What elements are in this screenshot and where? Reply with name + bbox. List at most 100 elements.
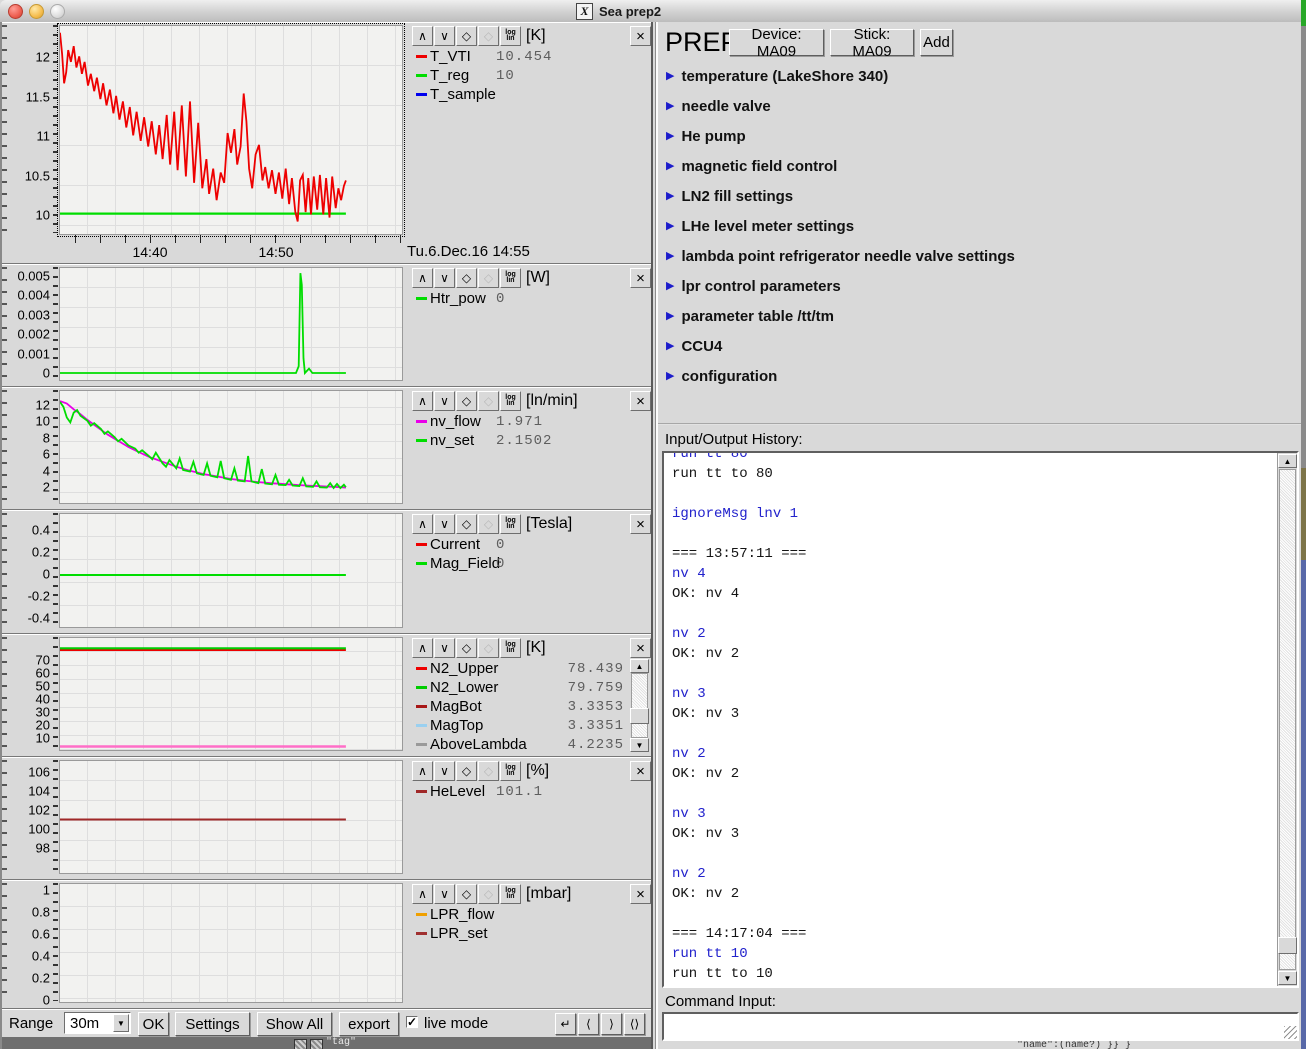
- menu-item-magnetic[interactable]: ▶magnetic field control: [666, 156, 837, 176]
- expand-triangle-icon[interactable]: ▶: [666, 251, 674, 262]
- pan-down-button[interactable]: ∨: [434, 761, 455, 781]
- minimize-window-button[interactable]: [29, 4, 44, 19]
- show-all-button[interactable]: Show All: [257, 1012, 332, 1036]
- needle-valve-flow-plot[interactable]: [59, 390, 403, 504]
- stick-button[interactable]: Stick: MA09: [830, 29, 914, 56]
- jump-to-latest-button[interactable]: ↵: [555, 1013, 576, 1035]
- expand-triangle-icon[interactable]: ▶: [666, 371, 674, 382]
- scroll-down-button[interactable]: ▼: [1278, 971, 1297, 985]
- close-panel-button[interactable]: ×: [630, 638, 651, 658]
- zoom-x-button[interactable]: ⟨⟩: [624, 1013, 645, 1035]
- add-button[interactable]: Add: [920, 29, 953, 56]
- command-input-box[interactable]: [662, 1012, 1299, 1041]
- expand-triangle-icon[interactable]: ▶: [666, 341, 674, 352]
- helium-level-plot[interactable]: [59, 760, 403, 874]
- expand-triangle-icon[interactable]: ▶: [666, 161, 674, 172]
- close-panel-button[interactable]: ×: [630, 26, 651, 46]
- scrollbar-trough[interactable]: [631, 673, 648, 738]
- pan-down-button[interactable]: ∨: [434, 884, 455, 904]
- scrollbar-thumb[interactable]: [1278, 937, 1297, 954]
- command-input-field[interactable]: [666, 1016, 1270, 1039]
- cryostat-temperatures-plot[interactable]: [59, 637, 403, 751]
- log-lin-toggle-button[interactable]: loglin: [500, 761, 521, 781]
- close-panel-button[interactable]: ×: [630, 884, 651, 904]
- page-left-button[interactable]: ⟨: [578, 1013, 599, 1035]
- menu-item-ccu4[interactable]: ▶CCU4: [666, 336, 722, 356]
- close-panel-button[interactable]: ×: [630, 514, 651, 534]
- expand-triangle-icon[interactable]: ▶: [666, 101, 674, 112]
- ok-button[interactable]: OK: [138, 1012, 169, 1036]
- zoom-y-button[interactable]: ◇: [478, 391, 499, 411]
- expand-triangle-icon[interactable]: ▶: [666, 71, 674, 82]
- export-button[interactable]: export: [339, 1012, 399, 1036]
- log-lin-toggle-button[interactable]: loglin: [500, 884, 521, 904]
- scrollbar-thumb[interactable]: [630, 708, 649, 724]
- device-button[interactable]: Device: MA09: [729, 29, 824, 56]
- zoom-y-button[interactable]: ◇: [478, 761, 499, 781]
- menu-item-lpr[interactable]: ▶lpr control parameters: [666, 276, 841, 296]
- expand-triangle-icon[interactable]: ▶: [666, 281, 674, 292]
- autoscale-button[interactable]: ◇: [456, 761, 477, 781]
- log-lin-toggle-button[interactable]: loglin: [500, 26, 521, 46]
- menu-item-temperature[interactable]: ▶temperature (LakeShore 340): [666, 66, 888, 86]
- lpr-pressure-plot[interactable]: [59, 883, 403, 1003]
- legend-scrollbar[interactable]: ▲▼: [630, 659, 649, 752]
- pan-up-button[interactable]: ∧: [412, 761, 433, 781]
- temperature-plot[interactable]: [59, 25, 403, 235]
- autoscale-button[interactable]: ◇: [456, 26, 477, 46]
- menu-item-parameter[interactable]: ▶parameter table /tt/tm: [666, 306, 834, 326]
- menu-item-lhe[interactable]: ▶LHe level meter settings: [666, 216, 854, 236]
- pan-up-button[interactable]: ∧: [412, 268, 433, 288]
- expand-triangle-icon[interactable]: ▶: [666, 191, 674, 202]
- pan-down-button[interactable]: ∨: [434, 268, 455, 288]
- history-scrollbar[interactable]: ▲ ▼: [1277, 453, 1297, 986]
- heater-power-plot[interactable]: [59, 267, 403, 381]
- close-panel-button[interactable]: ×: [630, 391, 651, 411]
- autoscale-button[interactable]: ◇: [456, 514, 477, 534]
- pan-up-button[interactable]: ∧: [412, 884, 433, 904]
- expand-triangle-icon[interactable]: ▶: [666, 311, 674, 322]
- zoom-y-button[interactable]: ◇: [478, 26, 499, 46]
- zoom-window-button[interactable]: [50, 4, 65, 19]
- page-right-button[interactable]: ⟩: [601, 1013, 622, 1035]
- pan-down-button[interactable]: ∨: [434, 514, 455, 534]
- zoom-y-button[interactable]: ◇: [478, 268, 499, 288]
- pan-up-button[interactable]: ∧: [412, 514, 433, 534]
- close-window-button[interactable]: [8, 4, 23, 19]
- menu-item-configuration[interactable]: ▶configuration: [666, 366, 777, 386]
- zoom-y-button[interactable]: ◇: [478, 514, 499, 534]
- range-select[interactable]: 30m ▼: [64, 1012, 131, 1034]
- scroll-up-button[interactable]: ▲: [1278, 454, 1297, 468]
- scroll-down-button[interactable]: ▼: [630, 738, 649, 752]
- pan-up-button[interactable]: ∧: [412, 26, 433, 46]
- close-panel-button[interactable]: ×: [630, 268, 651, 288]
- scrollbar-trough[interactable]: [1279, 469, 1296, 970]
- autoscale-button[interactable]: ◇: [456, 268, 477, 288]
- resize-grip-icon[interactable]: [1284, 1026, 1297, 1039]
- close-panel-button[interactable]: ×: [630, 761, 651, 781]
- pan-up-button[interactable]: ∧: [412, 638, 433, 658]
- expand-triangle-icon[interactable]: ▶: [666, 131, 674, 142]
- pan-down-button[interactable]: ∨: [434, 391, 455, 411]
- menu-item-lambda[interactable]: ▶lambda point refrigerator needle valve …: [666, 246, 1015, 266]
- expand-triangle-icon[interactable]: ▶: [666, 221, 674, 232]
- io-history-textarea[interactable]: run tt 80run tt to 80ignoreMsg lnv 1=== …: [662, 451, 1299, 988]
- log-lin-toggle-button[interactable]: loglin: [500, 268, 521, 288]
- live-mode-checkbox[interactable]: ✓: [406, 1016, 418, 1028]
- window-titlebar[interactable]: X Sea prep2: [0, 0, 1306, 23]
- log-lin-toggle-button[interactable]: loglin: [500, 638, 521, 658]
- autoscale-button[interactable]: ◇: [456, 638, 477, 658]
- zoom-y-button[interactable]: ◇: [478, 884, 499, 904]
- autoscale-button[interactable]: ◇: [456, 884, 477, 904]
- pan-up-button[interactable]: ∧: [412, 391, 433, 411]
- pan-down-button[interactable]: ∨: [434, 638, 455, 658]
- menu-item-ln2[interactable]: ▶LN2 fill settings: [666, 186, 793, 206]
- log-lin-toggle-button[interactable]: loglin: [500, 514, 521, 534]
- combo-dropdown-icon[interactable]: ▼: [113, 1014, 129, 1032]
- pan-down-button[interactable]: ∨: [434, 26, 455, 46]
- autoscale-button[interactable]: ◇: [456, 391, 477, 411]
- menu-item-needle[interactable]: ▶needle valve: [666, 96, 771, 116]
- menu-item-he[interactable]: ▶He pump: [666, 126, 746, 146]
- scroll-up-button[interactable]: ▲: [630, 659, 649, 673]
- settings-button[interactable]: Settings: [175, 1012, 250, 1036]
